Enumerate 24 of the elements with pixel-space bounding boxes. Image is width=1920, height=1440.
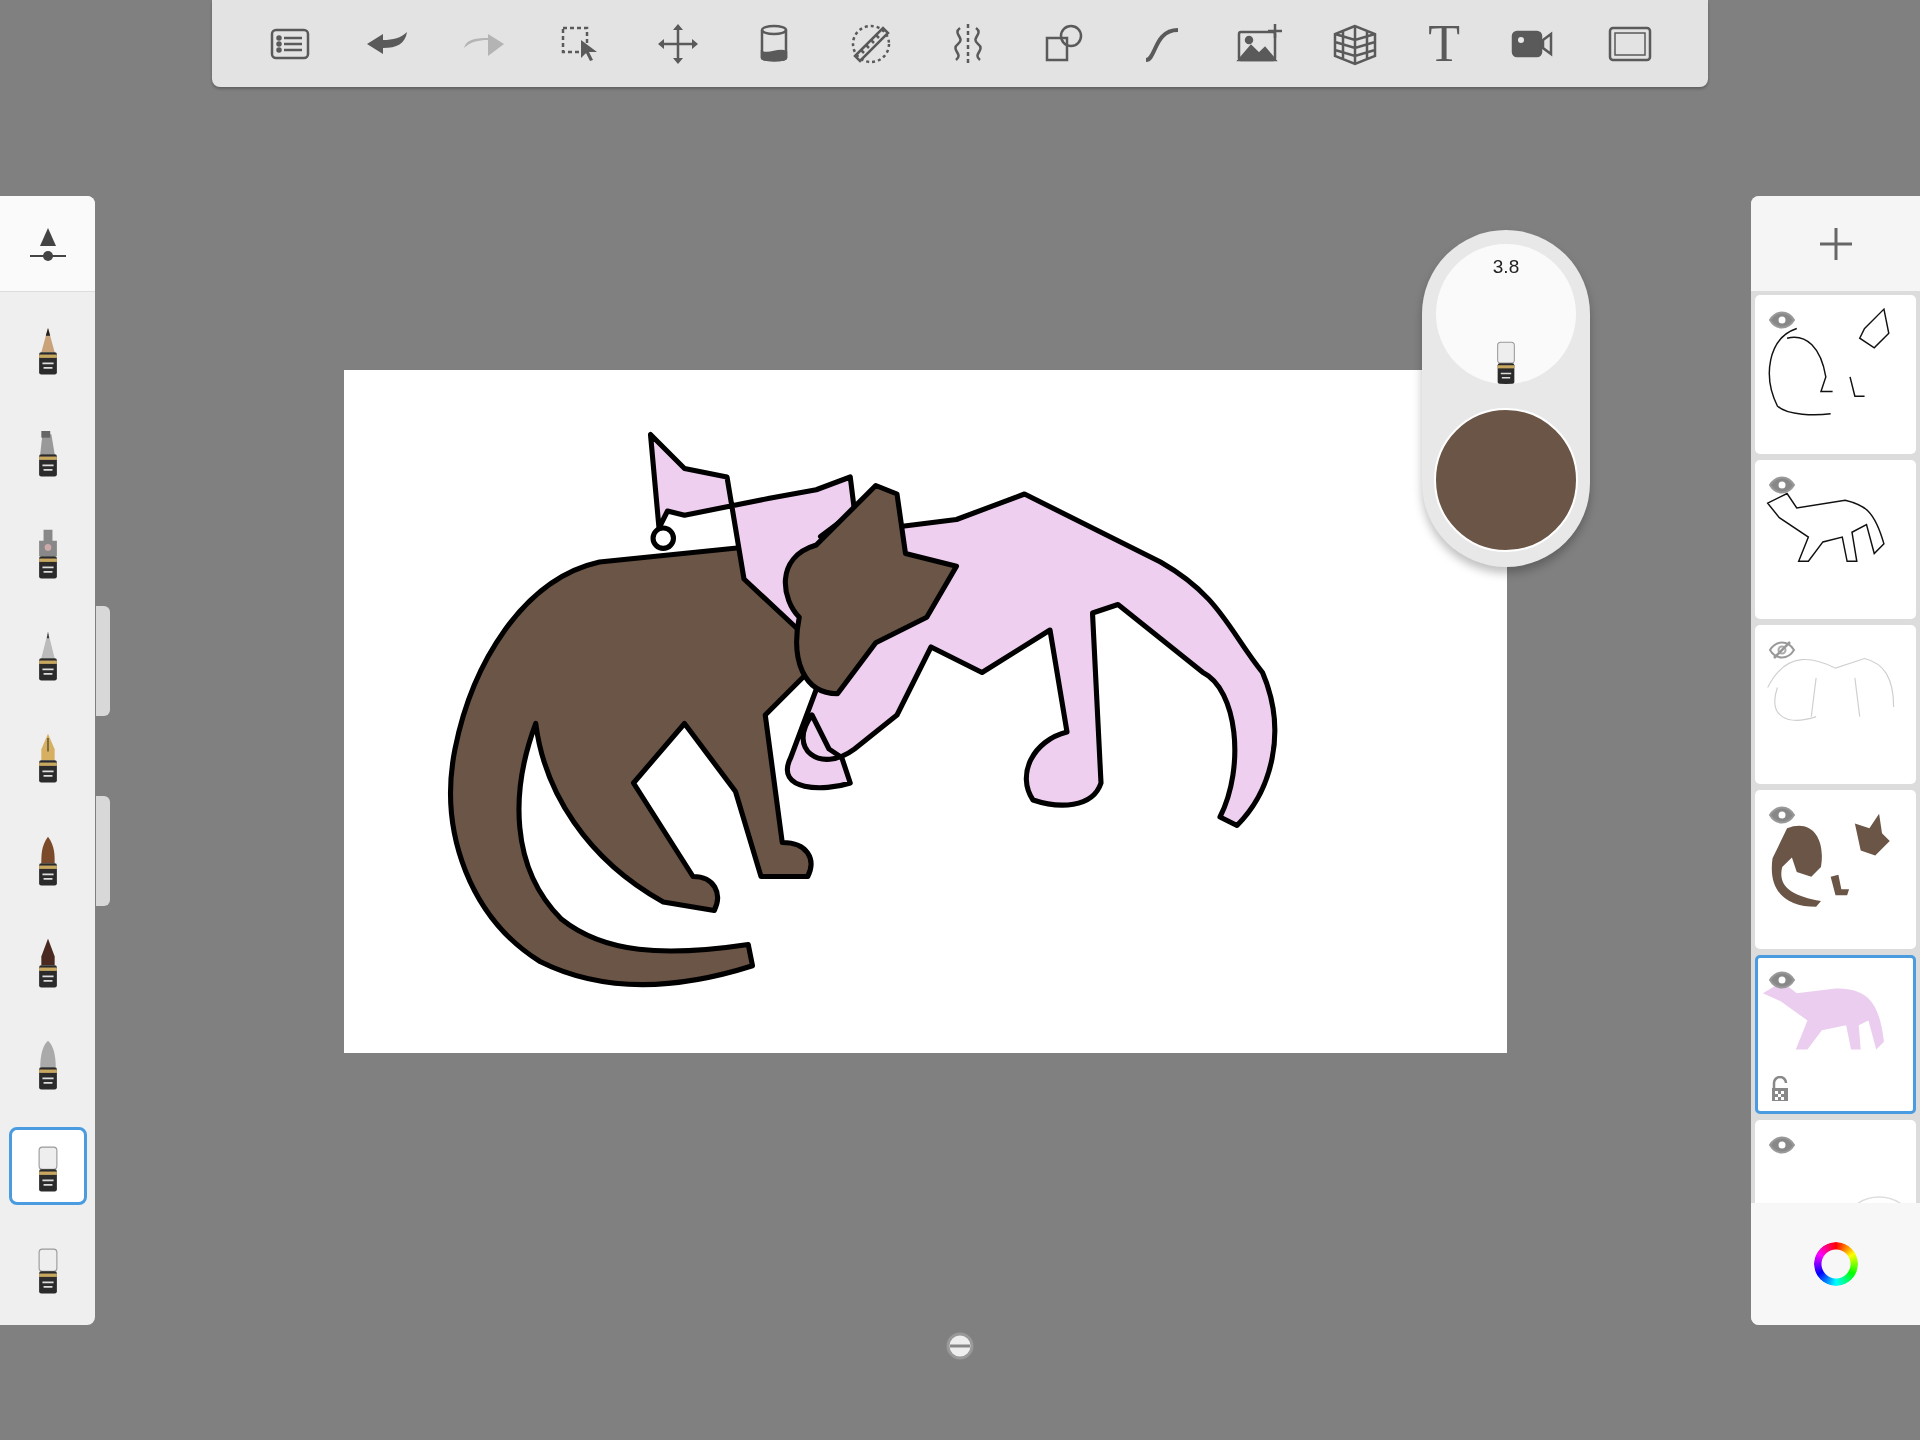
padlock-icon[interactable] xyxy=(1770,1076,1790,1102)
color-swatch[interactable] xyxy=(1434,408,1578,552)
layer-thumbnail[interactable] xyxy=(1755,790,1916,949)
panel-grip[interactable] xyxy=(96,606,110,716)
panel-grip[interactable] xyxy=(96,796,110,906)
add-layer-icon[interactable] xyxy=(1817,225,1854,262)
layer-thumbnail[interactable] xyxy=(1755,460,1916,619)
eye-icon[interactable] xyxy=(1768,1135,1796,1155)
rotate-reset-icon[interactable] xyxy=(944,1330,976,1362)
eye-icon[interactable] xyxy=(1768,970,1796,990)
color-wheel-icon[interactable] xyxy=(1813,1242,1858,1286)
drawing-canvas[interactable] xyxy=(344,370,1507,1053)
layer-thumbnail[interactable] xyxy=(1755,955,1916,1114)
layer-thumbnail[interactable] xyxy=(1755,625,1916,784)
brush-size-control[interactable]: 3.8 xyxy=(1436,244,1576,384)
brush-puck[interactable]: 3.8 xyxy=(1422,230,1590,567)
layer-thumbnail[interactable] xyxy=(1755,295,1916,454)
eye-icon[interactable] xyxy=(1768,475,1796,495)
brush-button[interactable] xyxy=(8,1126,87,1205)
brush-size-value: 3.8 xyxy=(1492,256,1520,278)
text-tool[interactable]: T xyxy=(1428,17,1460,70)
hidden-eye-icon[interactable] xyxy=(1768,640,1796,660)
eye-icon[interactable] xyxy=(1768,805,1796,825)
eye-icon[interactable] xyxy=(1768,310,1796,330)
